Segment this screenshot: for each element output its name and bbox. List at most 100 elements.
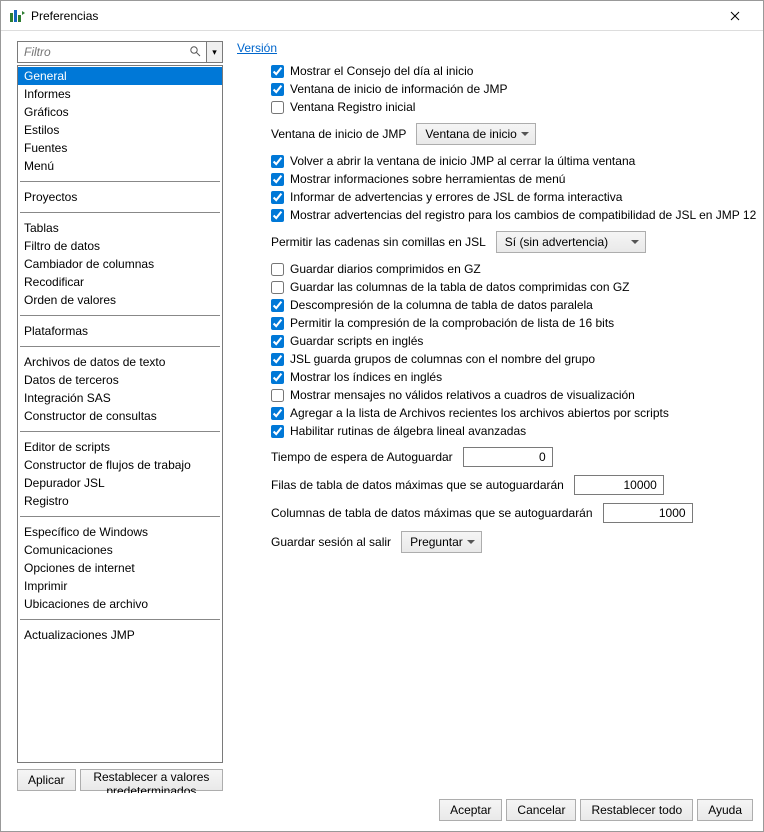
gz-journals-checkbox[interactable]: Guardar diarios comprimidos en GZ	[271, 261, 757, 277]
category-item[interactable]: Constructor de flujos de trabajo	[18, 456, 222, 474]
category-item[interactable]: Registro	[18, 492, 222, 510]
category-item[interactable]: Proyectos	[18, 188, 222, 206]
info-start-window-checkbox[interactable]: Ventana de inicio de información de JMP	[271, 81, 757, 97]
category-item[interactable]: Estilos	[18, 121, 222, 139]
jsl-unquoted-select[interactable]: Sí (sin advertencia)	[496, 231, 646, 253]
jsl-unquoted-label: Permitir las cadenas sin comillas en JSL	[271, 235, 486, 249]
category-separator	[20, 315, 220, 316]
parallel-decomp-checkbox[interactable]: Descompresión de la columna de tabla de …	[271, 297, 757, 313]
filter-input[interactable]	[22, 44, 188, 60]
left-column: ▾ GeneralInformesGráficosEstilosFuentesM…	[3, 41, 223, 793]
category-item[interactable]: Informes	[18, 85, 222, 103]
autosave-rows-input[interactable]	[574, 475, 664, 495]
start-window-row: Ventana de inicio de JMP Ventana de inic…	[271, 123, 757, 145]
gz-cols-label: Guardar las columnas de la tabla de dato…	[290, 279, 630, 295]
invalid-dbox-msgs-label: Mostrar mensajes no válidos relativos a …	[290, 387, 635, 403]
jsl-interactive-checkbox[interactable]: Informar de advertencias y errores de JS…	[271, 189, 757, 205]
category-item[interactable]: Comunicaciones	[18, 541, 222, 559]
category-item[interactable]: Orden de valores	[18, 291, 222, 309]
filter-dropdown-button[interactable]: ▾	[207, 41, 223, 63]
help-button[interactable]: Ayuda	[697, 799, 753, 821]
autosave-rows-row: Filas de tabla de datos máximas que se a…	[271, 475, 757, 495]
category-item[interactable]: Integración SAS	[18, 389, 222, 407]
content-area: ▾ GeneralInformesGráficosEstilosFuentesM…	[1, 31, 763, 793]
category-separator	[20, 181, 220, 182]
window-title: Preferencias	[31, 9, 715, 23]
autosave-cols-label: Columnas de tabla de datos máximas que s…	[271, 506, 593, 520]
category-list[interactable]: GeneralInformesGráficosEstilosFuentesMen…	[17, 65, 223, 763]
close-button[interactable]	[715, 2, 755, 30]
category-item[interactable]: Datos de terceros	[18, 371, 222, 389]
adv-linear-algebra-checkbox[interactable]: Habilitar rutinas de álgebra lineal avan…	[271, 423, 757, 439]
menu-tooltips-label: Mostrar informaciones sobre herramientas…	[290, 171, 565, 187]
category-item[interactable]: Editor de scripts	[18, 438, 222, 456]
autosave-timeout-row: Tiempo de espera de Autoguardar	[271, 447, 757, 467]
category-item[interactable]: Plataformas	[18, 322, 222, 340]
autosave-cols-input[interactable]	[603, 503, 693, 523]
adv-linear-algebra-label: Habilitar rutinas de álgebra lineal avan…	[290, 423, 526, 439]
jsl-interactive-label: Informar de advertencias y errores de JS…	[290, 189, 622, 205]
save-session-select[interactable]: Preguntar	[401, 531, 482, 553]
jsl-group-name-checkbox[interactable]: JSL guarda grupos de columnas con el nom…	[271, 351, 757, 367]
category-item[interactable]: Constructor de consultas	[18, 407, 222, 425]
autosave-timeout-input[interactable]	[463, 447, 553, 467]
category-item[interactable]: Depurador JSL	[18, 474, 222, 492]
autosave-rows-label: Filas de tabla de datos máximas que se a…	[271, 478, 564, 492]
category-item[interactable]: Recodificar	[18, 273, 222, 291]
reset-defaults-button[interactable]: Restablecer a valores predeterminados	[80, 769, 223, 791]
options-pane: Mostrar el Consejo del día al inicio Ven…	[271, 63, 757, 553]
category-item[interactable]: Archivos de datos de texto	[18, 353, 222, 371]
indices-english-checkbox[interactable]: Mostrar los índices en inglés	[271, 369, 757, 385]
category-item[interactable]: Filtro de datos	[18, 237, 222, 255]
app-icon	[9, 8, 25, 24]
category-item[interactable]: General	[18, 67, 222, 85]
category-item[interactable]: Actualizaciones JMP	[18, 626, 222, 644]
start-window-label: Ventana de inicio de JMP	[271, 127, 406, 141]
menu-tooltips-checkbox[interactable]: Mostrar informaciones sobre herramientas…	[271, 171, 757, 187]
search-icon	[188, 45, 202, 60]
tip-on-start-checkbox[interactable]: Mostrar el Consejo del día al inicio	[271, 63, 757, 79]
category-item[interactable]: Menú	[18, 157, 222, 175]
initial-log-window-label: Ventana Registro inicial	[290, 99, 415, 115]
category-separator	[20, 431, 220, 432]
recent-files-scripts-checkbox[interactable]: Agregar a la lista de Archivos recientes…	[271, 405, 757, 421]
category-separator	[20, 212, 220, 213]
category-item[interactable]: Gráficos	[18, 103, 222, 121]
initial-log-window-checkbox[interactable]: Ventana Registro inicial	[271, 99, 757, 115]
jsl-unquoted-row: Permitir las cadenas sin comillas en JSL…	[271, 231, 757, 253]
apply-button[interactable]: Aplicar	[17, 769, 76, 791]
cancel-button[interactable]: Cancelar	[506, 799, 576, 821]
invalid-dbox-msgs-checkbox[interactable]: Mostrar mensajes no válidos relativos a …	[271, 387, 757, 403]
autosave-cols-row: Columnas de tabla de datos máximas que s…	[271, 503, 757, 523]
save-session-row: Guardar sesión al salir Preguntar	[271, 531, 757, 553]
category-item[interactable]: Ubicaciones de archivo	[18, 595, 222, 613]
reopen-on-close-label: Volver a abrir la ventana de inicio JMP …	[290, 153, 635, 169]
category-item[interactable]: Tablas	[18, 219, 222, 237]
gz-cols-checkbox[interactable]: Guardar las columnas de la tabla de dato…	[271, 279, 757, 295]
sixteen-bit-checkbox[interactable]: Permitir la compresión de la comprobació…	[271, 315, 757, 331]
category-separator	[20, 516, 220, 517]
category-item[interactable]: Imprimir	[18, 577, 222, 595]
recent-files-scripts-label: Agregar a la lista de Archivos recientes…	[290, 405, 669, 421]
jsl-compat-warn-label: Mostrar advertencias del registro para l…	[290, 207, 756, 223]
indices-english-label: Mostrar los índices en inglés	[290, 369, 442, 385]
reopen-on-close-checkbox[interactable]: Volver a abrir la ventana de inicio JMP …	[271, 153, 757, 169]
jsl-compat-warn-checkbox[interactable]: Mostrar advertencias del registro para l…	[271, 207, 757, 223]
scripts-english-checkbox[interactable]: Guardar scripts en inglés	[271, 333, 757, 349]
filter-box[interactable]	[17, 41, 207, 63]
filter-row: ▾	[17, 41, 223, 63]
category-separator	[20, 346, 220, 347]
category-item[interactable]: Específico de Windows	[18, 523, 222, 541]
start-window-select[interactable]: Ventana de inicio	[416, 123, 535, 145]
category-item[interactable]: Opciones de internet	[18, 559, 222, 577]
autosave-timeout-label: Tiempo de espera de Autoguardar	[271, 450, 453, 464]
category-item[interactable]: Fuentes	[18, 139, 222, 157]
gz-journals-label: Guardar diarios comprimidos en GZ	[290, 261, 481, 277]
category-item[interactable]: Cambiador de columnas	[18, 255, 222, 273]
version-link[interactable]: Versión	[237, 41, 277, 55]
ok-button[interactable]: Aceptar	[439, 799, 502, 821]
bottom-button-bar: Aceptar Cancelar Restablecer todo Ayuda	[1, 793, 763, 831]
jsl-group-name-label: JSL guarda grupos de columnas con el nom…	[290, 351, 595, 367]
reset-all-button[interactable]: Restablecer todo	[580, 799, 693, 821]
left-button-row: Aplicar Restablecer a valores predetermi…	[17, 769, 223, 791]
